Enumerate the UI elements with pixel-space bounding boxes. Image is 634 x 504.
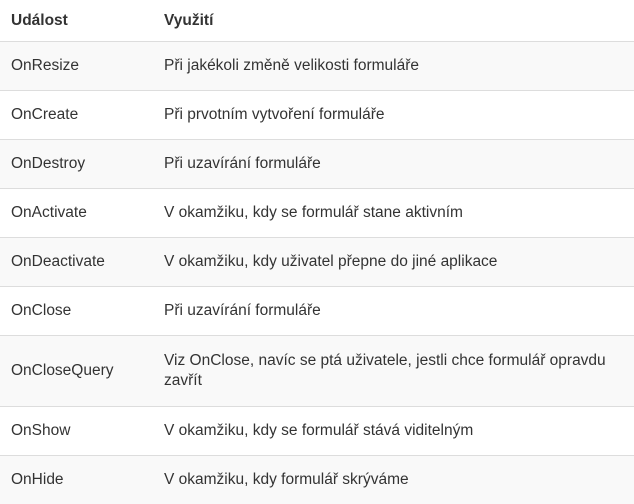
table-row: OnCreate Při prvotním vytvoření formulář… [0,90,634,140]
event-name-cell: OnClose [0,286,153,336]
table-row: OnDestroy Při uzavírání formuláře [0,139,634,189]
table-row: OnActivate V okamžiku, kdy se formulář s… [0,188,634,238]
event-usage-cell: Při prvotním vytvoření formuláře [153,90,634,140]
table-body: OnResize Při jakékoli změně velikosti fo… [0,41,634,504]
table-row: OnCloseQuery Viz OnClose, navíc se ptá u… [0,335,634,407]
column-header-event: Událost [0,0,153,42]
event-name-cell: OnActivate [0,188,153,238]
table-row: OnClose Při uzavírání formuláře [0,286,634,336]
event-usage-cell: V okamžiku, kdy se formulář stává vidite… [153,406,634,456]
event-usage-cell: Viz OnClose, navíc se ptá uživatele, jes… [153,335,634,407]
table-row: OnDeactivate V okamžiku, kdy uživatel př… [0,237,634,287]
event-usage-cell: Při uzavírání formuláře [153,139,634,189]
event-name-cell: OnCloseQuery [0,335,153,407]
event-name-cell: OnDeactivate [0,237,153,287]
event-usage-cell: V okamžiku, kdy formulář skrýváme [153,455,634,504]
event-usage-cell: V okamžiku, kdy se formulář stane aktivn… [153,188,634,238]
event-usage-cell: Při uzavírání formuláře [153,286,634,336]
event-name-cell: OnResize [0,41,153,91]
table-row: OnHide V okamžiku, kdy formulář skrýváme [0,455,634,504]
event-name-cell: OnShow [0,406,153,456]
event-usage-cell: V okamžiku, kdy uživatel přepne do jiné … [153,237,634,287]
table-header: Událost Využití [0,0,634,42]
table-row: OnShow V okamžiku, kdy se formulář stává… [0,406,634,456]
events-table: Událost Využití OnResize Při jakékoli zm… [0,0,634,504]
event-name-cell: OnHide [0,455,153,504]
header-row: Událost Využití [0,0,634,42]
table-row: OnResize Při jakékoli změně velikosti fo… [0,41,634,91]
event-name-cell: OnDestroy [0,139,153,189]
event-name-cell: OnCreate [0,90,153,140]
column-header-usage: Využití [153,0,634,42]
event-usage-cell: Při jakékoli změně velikosti formuláře [153,41,634,91]
